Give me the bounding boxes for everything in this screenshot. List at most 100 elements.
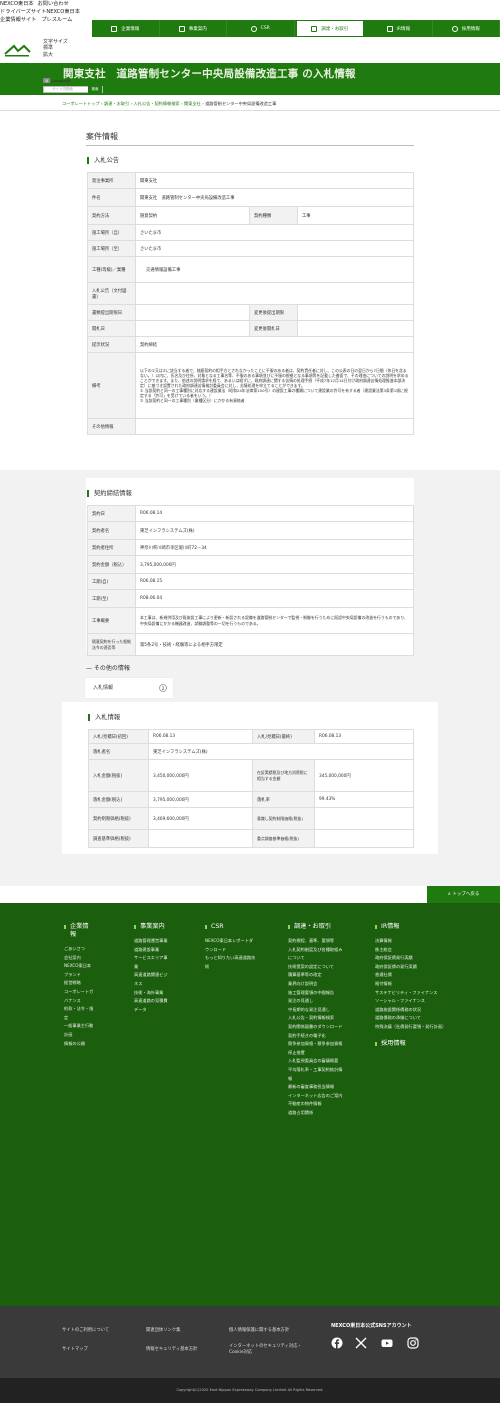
corporate-site-link[interactable]: 企業情報サイト (0, 17, 36, 23)
chevron-up-icon: ∧ (447, 892, 451, 897)
footer-link[interactable]: 平均落札率・工事契約統計情報 (288, 1066, 344, 1083)
footer-link[interactable]: 施工管理要領の中間報告 (288, 989, 344, 998)
table-row: 工種(等級)／業種 交通情報設備工事 (87, 256, 414, 283)
row-label: 入札公告（文付図書） (87, 282, 136, 305)
footer-link[interactable]: 入札契約制度及び各種取組みについて (288, 946, 344, 963)
footer-link[interactable]: 普通社債 (375, 971, 465, 980)
breadcrumb: コーポレートトップ › 調達・お取引 › 入札公告・契約情報検索 › 関東支社 … (62, 101, 277, 106)
footer-link[interactable]: サステナビリティ・ファイナンス (375, 989, 465, 998)
footer-link[interactable]: 高速道路の見積費データ (134, 997, 168, 1014)
footer-heading-link[interactable]: IR情報 (375, 923, 465, 931)
footer-link[interactable]: 入札公告・契約情報検索 (288, 1014, 344, 1023)
nav-csr[interactable]: CSR (227, 20, 295, 37)
footer-link[interactable]: ソーシャル・ファイナンス (375, 997, 465, 1006)
footer-link[interactable]: 入札監視委員会の審議概要 (288, 1057, 344, 1066)
footer-link[interactable]: 政府保証債発行実績 (375, 954, 465, 963)
footer-link[interactable]: 一般事業主行動計画 (64, 1022, 94, 1039)
search-input[interactable]: サイト内検索 検索 (43, 86, 103, 93)
nav-recruit[interactable]: 採用情報 (433, 20, 500, 37)
row-label: 工期(至) (87, 589, 136, 608)
footer-link[interactable]: 技術提案の設定について (288, 963, 344, 972)
site-usage-link[interactable]: サイトのご利用について (62, 1327, 109, 1333)
footer-link[interactable]: 業界向け説明会 (288, 980, 344, 989)
table-row: 随意契約を行った根拠法令の適否等 第5条2号・技術・経験等による相手方限定 (87, 633, 414, 656)
related-links-link[interactable]: 関連団体リンク集 (146, 1327, 180, 1333)
youtube-icon[interactable] (381, 1337, 393, 1349)
footer-link[interactable]: 格付情報 (375, 980, 465, 989)
breadcrumb-search[interactable]: 入札公告・契約情報検索 (134, 101, 180, 106)
footer-heading-link[interactable]: 調達・お取引 (288, 923, 344, 931)
footer-link[interactable]: 不動産の物件情報 (288, 1100, 344, 1109)
drivers-site-link[interactable]: ドライバーズサイト (0, 9, 46, 15)
footer-link[interactable]: 決算情報 (375, 937, 465, 946)
footer-heading-link[interactable]: CSR (205, 923, 257, 931)
footer-link[interactable]: 積算基準等の改定 (288, 971, 344, 980)
language-selector[interactable]: ◎ Language (43, 78, 103, 83)
font-size-large[interactable]: 拡大 (43, 52, 68, 58)
footer-link[interactable]: コーポレートガバナンス (64, 988, 94, 1005)
breadcrumb-procurement[interactable]: 調達・お取引 (104, 101, 129, 106)
row-label: 落札率 (252, 791, 315, 808)
page-top-button[interactable]: ∧ トップへ戻る (427, 886, 500, 904)
table-row: 工期(至) R08.06.04 (87, 589, 414, 608)
footer-heading-link[interactable]: 企業情報 (64, 923, 94, 939)
footer-col-corporate: 企業情報 ごあいさつ 会社案内 NEXCO東日本ブランド 経営戦略 コーポレート… (64, 923, 94, 1048)
footer-link[interactable]: 株主総会 (375, 946, 465, 955)
footer-link[interactable]: 約款・法令・指定 (64, 1005, 94, 1022)
footer-link[interactable]: サービスエリア事業 (134, 954, 168, 971)
table-row: 書類提出期限日 変更後提出期限 (87, 304, 414, 321)
footer-link[interactable]: ごあいさつ (64, 945, 94, 954)
pressroom-link[interactable]: プレスルーム (41, 17, 72, 23)
footer-link[interactable]: 情報の公開 (64, 1040, 94, 1049)
footer-link[interactable]: 発注の見通し (288, 997, 344, 1006)
table-row: 件名 関東支社 道路管制センター中央局設備改造工事 (87, 188, 414, 207)
contact-link[interactable]: お問い合わせ (38, 1, 69, 7)
footer-link[interactable]: 道路建設事業 (134, 946, 168, 955)
row-value: 345,000,000円 (314, 759, 414, 792)
briefcase-icon (178, 25, 185, 32)
nav-business[interactable]: 事業案内 (160, 20, 227, 37)
footer-link[interactable]: 契約規程、基準、要領等 (288, 937, 344, 946)
footer-link[interactable]: 会社案内 (64, 954, 94, 963)
footer-heading-link[interactable]: 事業案内 (134, 923, 168, 931)
nexco-link[interactable]: NEXCO東日本 (0, 1, 34, 7)
breadcrumb-top[interactable]: コーポレートトップ (62, 101, 100, 106)
instagram-icon[interactable] (407, 1337, 419, 1349)
footer-link[interactable]: 道路施設関係債務の状況 (375, 1006, 465, 1015)
footer-link[interactable]: 最新の審査事務担当情報 (288, 1083, 344, 1092)
facebook-icon[interactable] (331, 1337, 343, 1349)
footer-link[interactable]: もっと知りたい高速道路技術 (205, 954, 257, 971)
nexco-logo[interactable] (4, 44, 36, 58)
footer-link[interactable]: 技術・海外事業 (134, 989, 168, 998)
page: NEXCO東日本 お問い合わせ ドライバーズサイトNEXCO東日本 企業情報サイト… (0, 0, 500, 1403)
footer-link[interactable]: NEXCO東日本レポートダウンロード (205, 937, 257, 954)
nav-corporate[interactable]: 企業情報 (92, 20, 160, 37)
x-icon[interactable] (355, 1337, 367, 1349)
sitemap-link[interactable]: サイトマップ (62, 1346, 88, 1352)
footer-link[interactable]: 経営戦略 (64, 979, 94, 988)
footer-heading-link[interactable]: 採用情報 (375, 1040, 465, 1048)
footer-link[interactable]: NEXCO東日本ブランド (64, 962, 94, 979)
nexco-link-2[interactable]: NEXCO東日本 (46, 9, 80, 15)
footer-link[interactable]: 高速道路関連ビジネス (134, 971, 168, 988)
tab-bid-info[interactable]: 入札情報 2 (84, 677, 174, 699)
footer-link[interactable]: 中長期的な発注見通し (288, 1006, 344, 1015)
footer-link[interactable]: 道路管理運営事業 (134, 937, 168, 946)
row-value: 3,795,000,000円 (135, 555, 414, 574)
nav-procurement[interactable]: 調達・お取引 (296, 21, 363, 36)
security-policy-link[interactable]: 情報セキュリティ基本方針 (146, 1346, 197, 1352)
footer-link[interactable]: 契約手続きの電子化 (288, 1032, 344, 1041)
breadcrumb-branch[interactable]: 関東支社 (184, 101, 201, 106)
search-button[interactable]: 検索 (88, 86, 102, 93)
footer-link[interactable]: 競争参加資格・競争参加資格停止措置 (288, 1040, 344, 1057)
footer-link[interactable]: 契約関係図書のダウンロード (288, 1023, 344, 1032)
cookie-policy-link[interactable]: インターネットのセキュリティ対応・Cookie対応 (229, 1344, 309, 1356)
nav-ir[interactable]: IR情報 (365, 20, 433, 37)
footer-link[interactable]: 道路債務の承継について (375, 1014, 465, 1023)
footer-link[interactable]: 道路占用関係 (288, 1109, 344, 1118)
footer-link[interactable]: インターネット広告のご案内 (288, 1092, 344, 1101)
table-row: 契約方法 随意契約 契約種類 工事 (87, 206, 414, 225)
privacy-policy-link[interactable]: 個人情報保護に関する基本方針 (229, 1327, 289, 1333)
footer-link[interactable]: 特殊決議（社債発行要領・発行計画） (375, 1023, 465, 1032)
footer-link[interactable]: 政府保証債の発行実績 (375, 963, 465, 972)
